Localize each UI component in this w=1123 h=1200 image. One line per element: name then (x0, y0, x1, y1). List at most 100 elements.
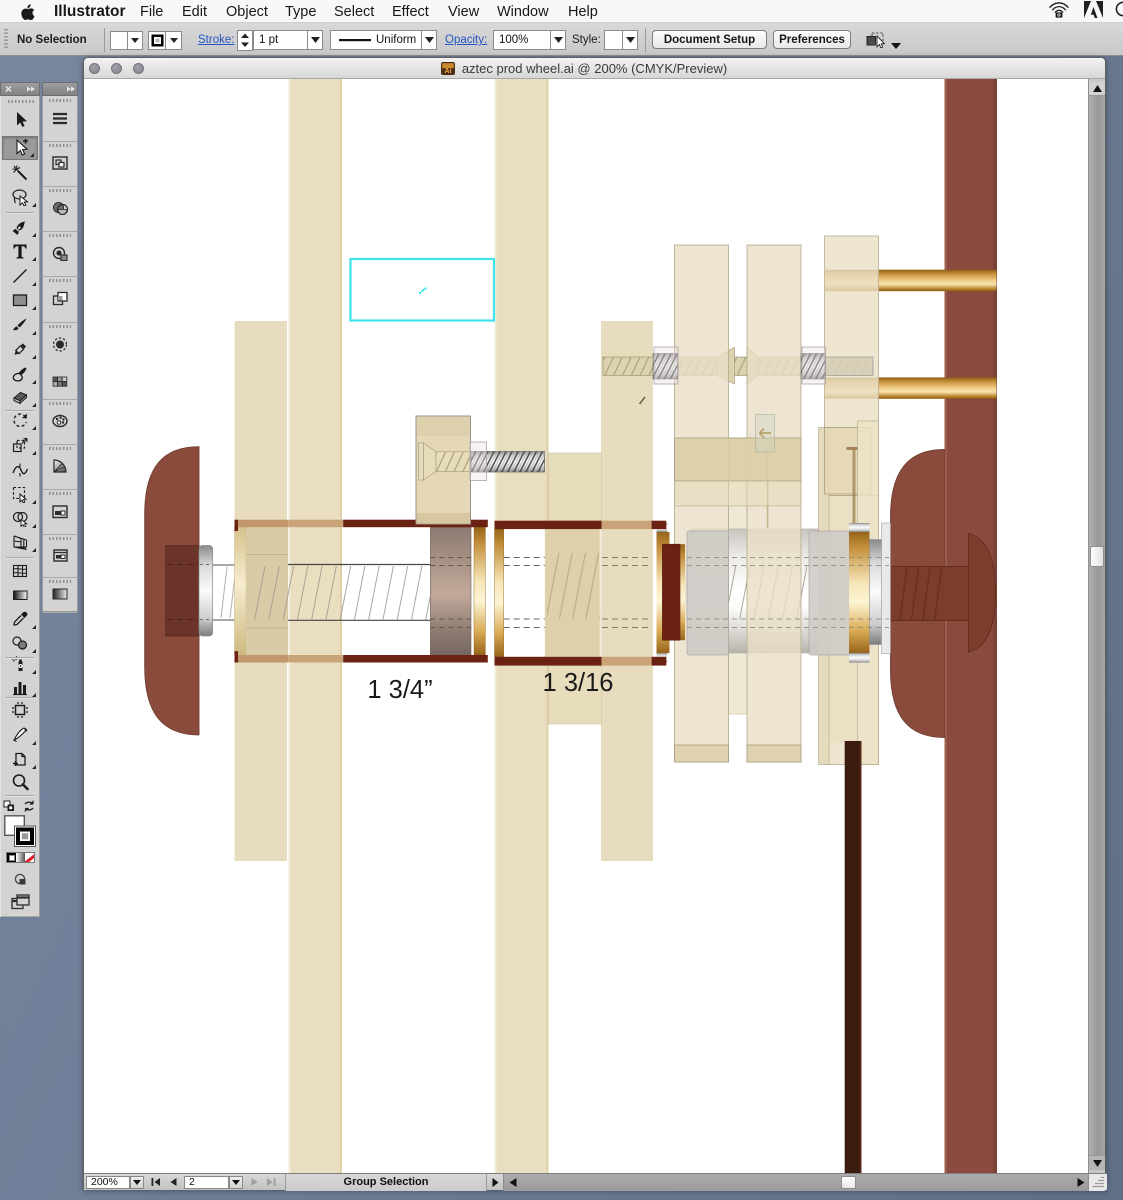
horizontal-scrollbar[interactable] (503, 1174, 1088, 1191)
previous-artboard-button[interactable] (166, 1176, 180, 1190)
artboard-tool[interactable] (1, 698, 39, 722)
panel-symbols-button[interactable] (43, 244, 77, 263)
free-transform-tool[interactable] (1, 482, 39, 506)
panel-layers-button[interactable] (43, 502, 77, 521)
status-display[interactable]: Group Selection (285, 1174, 487, 1191)
panel-color-guide-button[interactable] (43, 456, 77, 476)
menu-object[interactable]: Object (226, 4, 268, 20)
apple-icon[interactable] (21, 4, 34, 19)
scroll-right-icon[interactable] (1077, 1178, 1085, 1187)
window-resize-grip[interactable] (1088, 1174, 1107, 1191)
fill-color-control[interactable] (110, 31, 143, 50)
clock-icon[interactable] (1115, 1, 1123, 22)
menu-file[interactable]: File (140, 4, 163, 20)
print-tiling-tool[interactable] (1, 747, 39, 771)
first-artboard-button[interactable] (148, 1176, 164, 1190)
panel-menu-button[interactable] (43, 109, 77, 128)
scroll-left-icon[interactable] (509, 1178, 517, 1187)
width-tool[interactable] (1, 458, 39, 482)
next-artboard-button[interactable] (247, 1176, 261, 1190)
zoom-level-field[interactable]: 200% (86, 1176, 130, 1190)
adobe-menu-icon[interactable] (1084, 1, 1103, 23)
vertical-scroll-track[interactable] (1089, 96, 1105, 1155)
menu-select[interactable]: Select (334, 4, 374, 20)
zoom-tool[interactable] (1, 770, 39, 794)
pen-tool[interactable] (1, 215, 39, 239)
menu-effect[interactable]: Effect (392, 4, 429, 20)
docked-panels-header[interactable] (42, 82, 78, 96)
vertical-scrollbar[interactable] (1088, 79, 1105, 1173)
magic-wand-tool[interactable] (1, 161, 39, 185)
panel-brushes-button[interactable] (43, 335, 77, 354)
menu-edit[interactable]: Edit (182, 4, 207, 20)
horizontal-scroll-thumb[interactable] (841, 1176, 856, 1189)
swap-fill-stroke-icon[interactable] (25, 800, 33, 811)
fill-stroke-indicator[interactable] (4, 815, 38, 848)
default-fill-stroke-icon[interactable] (4, 801, 14, 811)
menu-help[interactable]: Help (568, 4, 598, 20)
panel-swatches-button[interactable] (43, 373, 77, 390)
drawing-mode-control[interactable] (1, 868, 39, 892)
selection-tool[interactable] (1, 108, 39, 132)
menu-view[interactable]: View (448, 4, 479, 20)
artboard-dropdown-button[interactable] (229, 1176, 243, 1190)
perspective-grid-tool[interactable] (1, 530, 39, 554)
stroke-indicator[interactable] (15, 826, 36, 847)
direct-selection-tool[interactable] (2, 136, 38, 160)
style-field[interactable] (604, 30, 623, 50)
rotate-tool[interactable] (1, 408, 39, 432)
column-graph-tool[interactable] (1, 675, 39, 699)
panel-gradient-button[interactable] (43, 585, 77, 603)
brush-definition-field[interactable]: Uniform (330, 30, 422, 50)
wifi-camera-icon[interactable] (1048, 1, 1070, 23)
artboard-number-field[interactable]: 2 (184, 1176, 229, 1190)
select-similar-icon[interactable] (866, 32, 886, 53)
vertical-scroll-thumb[interactable] (1090, 546, 1104, 567)
dark-pole[interactable] (845, 741, 862, 1173)
scroll-up-button[interactable] (1089, 82, 1105, 96)
stroke-weight-dropdown[interactable] (308, 30, 323, 50)
eraser-tool[interactable] (1, 385, 39, 409)
vertical-board-4[interactable] (601, 321, 653, 861)
line-segment-tool[interactable] (1, 264, 39, 288)
lasso-tool[interactable] (1, 185, 39, 209)
paintbrush-tool[interactable] (1, 313, 39, 337)
status-menu-button[interactable] (487, 1176, 503, 1190)
artwork-canvas[interactable]: 1 3/4” 1 3/16 (85, 79, 1089, 1173)
stroke-weight-stepper[interactable] (237, 30, 253, 51)
gradient-tool[interactable] (1, 583, 39, 607)
stroke-weight-field[interactable]: 1 pt (253, 30, 308, 50)
zoom-dropdown-button[interactable] (130, 1176, 144, 1190)
panel-transparency-button[interactable] (43, 199, 77, 217)
stroke-panel-link[interactable]: Stroke: (198, 34, 234, 46)
document-setup-button[interactable]: Document Setup (652, 30, 767, 49)
scroll-down-button[interactable] (1089, 1155, 1105, 1170)
type-tool[interactable] (1, 239, 39, 263)
menu-app-illustrator[interactable]: Illustrator (54, 3, 125, 21)
preferences-button[interactable]: Preferences (773, 30, 851, 49)
rectangle-tool[interactable] (1, 288, 39, 312)
stroke-dropdown-arrow[interactable] (166, 32, 181, 49)
opacity-dropdown[interactable] (551, 30, 566, 50)
mesh-tool[interactable] (1, 559, 39, 583)
fill-swatch[interactable] (111, 32, 128, 49)
stroke-swatch[interactable] (149, 32, 166, 49)
panel-color-button[interactable] (43, 411, 77, 431)
opacity-panel-link[interactable]: Opacity: (445, 34, 487, 46)
brush-dropdown[interactable] (422, 30, 437, 50)
style-dropdown[interactable] (623, 30, 638, 50)
shape-builder-tool[interactable] (1, 506, 39, 530)
color-button[interactable] (7, 853, 16, 862)
controlbar-grip[interactable] (4, 29, 8, 50)
stroke-color-control[interactable] (148, 31, 182, 50)
select-similar-dropdown[interactable] (891, 36, 901, 54)
panel-artboards-button[interactable] (43, 154, 77, 172)
scale-tool[interactable] (1, 433, 39, 457)
gradient-button[interactable] (16, 853, 25, 862)
pencil-tool[interactable] (1, 337, 39, 361)
opacity-field[interactable]: 100% (493, 30, 551, 50)
slice-tool[interactable] (1, 723, 39, 747)
eyedropper-tool[interactable] (1, 607, 39, 631)
menu-type[interactable]: Type (285, 4, 316, 20)
symbol-sprayer-tool[interactable] (1, 652, 39, 676)
